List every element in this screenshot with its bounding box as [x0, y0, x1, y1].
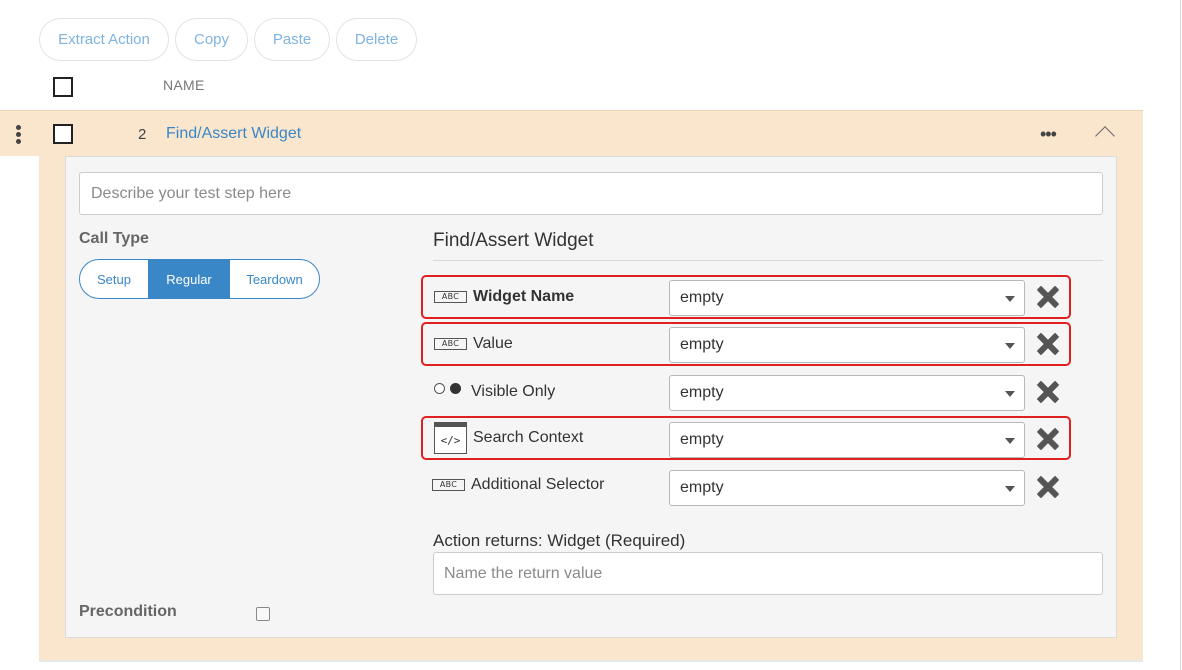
param-value-select[interactable]: empty [669, 327, 1025, 363]
return-value-input[interactable] [433, 552, 1103, 595]
step-checkbox[interactable] [53, 124, 73, 144]
abc-string-icon: ABC [434, 338, 467, 350]
call-type-regular[interactable]: Regular [149, 260, 229, 298]
column-header-name: NAME [163, 77, 205, 93]
boolean-radio-icon [434, 382, 464, 396]
clear-param-icon[interactable] [1036, 475, 1060, 499]
abc-string-icon: ABC [434, 291, 467, 303]
action-returns-label: Action returns: Widget (Required) [433, 531, 686, 550]
param-value-select[interactable]: empty [669, 375, 1025, 411]
delete-button[interactable]: Delete [336, 18, 417, 61]
step-description-input[interactable] [79, 172, 1103, 215]
clear-param-icon[interactable] [1036, 427, 1060, 451]
param-value-select[interactable]: empty [669, 280, 1025, 316]
call-type-toggle[interactable]: Setup Regular Teardown [79, 259, 320, 299]
select-all-checkbox[interactable] [53, 77, 73, 97]
call-type-label: Call Type [79, 230, 149, 247]
param-value-select[interactable]: empty [669, 470, 1025, 506]
drag-handle-icon[interactable] [16, 125, 22, 145]
param-label: Visible Only [471, 383, 556, 400]
call-type-teardown[interactable]: Teardown [229, 260, 319, 298]
param-label: Additional Selector [471, 476, 605, 493]
clear-param-icon[interactable] [1036, 332, 1060, 356]
step-number: 2 [138, 126, 147, 143]
more-horizontal-icon[interactable]: ••• [1040, 125, 1057, 143]
step-title[interactable]: Find/Assert Widget [166, 125, 301, 143]
page-border [1180, 0, 1181, 670]
param-label: Search Context [473, 429, 584, 446]
paste-button[interactable]: Paste [254, 18, 330, 61]
clear-param-icon[interactable] [1036, 285, 1060, 309]
precondition-label: Precondition [79, 603, 177, 620]
extract-action-button[interactable]: Extract Action [39, 18, 169, 61]
code-window-icon: </> [434, 422, 467, 454]
precondition-checkbox[interactable] [256, 607, 270, 621]
abc-string-icon: ABC [432, 479, 465, 491]
chevron-up-icon[interactable] [1095, 126, 1115, 146]
call-type-setup[interactable]: Setup [80, 260, 149, 298]
param-label: Widget Name [473, 288, 575, 305]
step-row[interactable]: 2 Find/Assert Widget ••• [0, 110, 1143, 156]
clear-param-icon[interactable] [1036, 380, 1060, 404]
action-section-title: Find/Assert Widget [433, 230, 594, 251]
param-label: Value [473, 335, 513, 352]
copy-button[interactable]: Copy [175, 18, 248, 61]
param-value-select[interactable]: empty [669, 422, 1025, 458]
section-divider [433, 260, 1103, 261]
panel-divider [39, 660, 1143, 662]
